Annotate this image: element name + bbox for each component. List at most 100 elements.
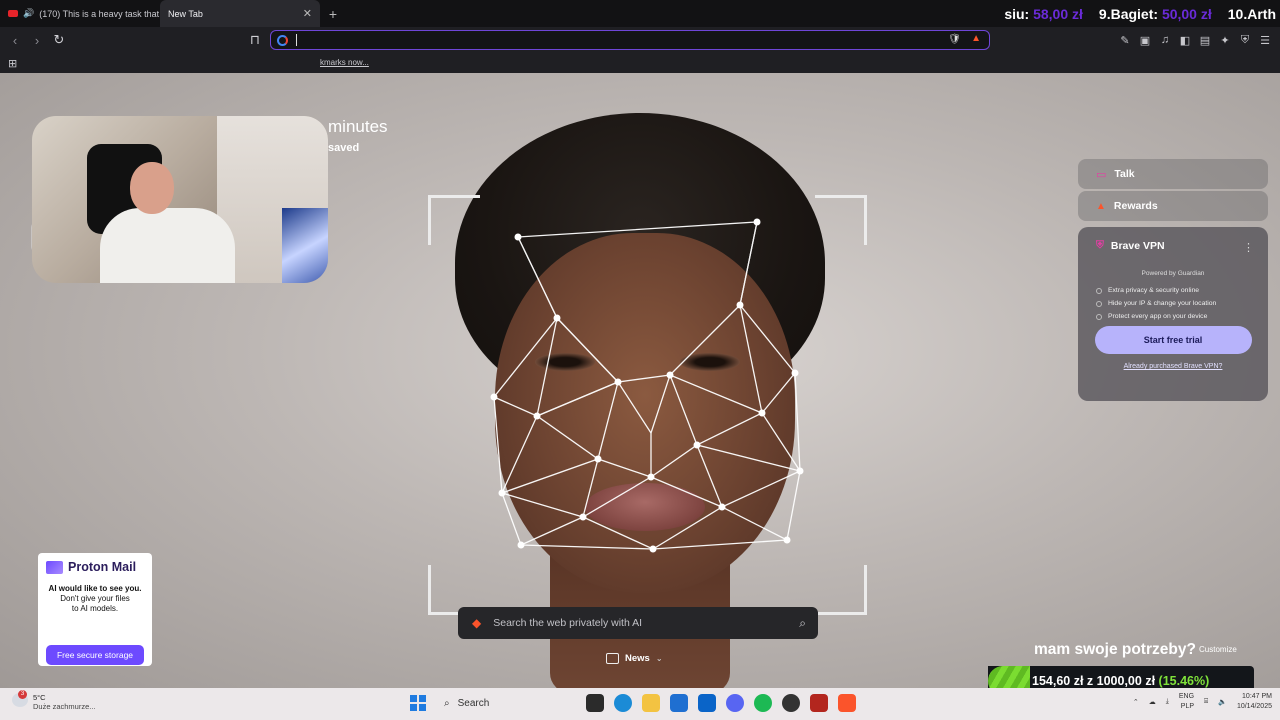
voicemeeter-icon[interactable] xyxy=(810,694,828,712)
screenshot-icon[interactable]: ▣ xyxy=(1138,34,1152,47)
chevron-up-icon[interactable]: ⌃ xyxy=(1133,698,1139,706)
outlook-icon[interactable] xyxy=(698,694,716,712)
goal-progress-fill xyxy=(988,666,1030,688)
proton-mail-ad[interactable]: Proton Mail AI would like to see you. Do… xyxy=(38,553,152,666)
onedrive-icon[interactable]: ☁ xyxy=(1149,698,1156,706)
start-free-trial-button[interactable]: Start free trial xyxy=(1094,326,1252,354)
weather-temp: 5°C xyxy=(33,693,46,702)
vpn-feature-list: Extra privacy & security online Hide you… xyxy=(1088,287,1258,320)
forward-icon[interactable]: › xyxy=(26,29,48,51)
back-icon[interactable]: ‹ xyxy=(4,29,26,51)
stats-label: saved xyxy=(328,142,360,154)
menu-icon[interactable]: ☰ xyxy=(1258,34,1272,47)
import-bookmarks-link[interactable]: kmarks now... xyxy=(320,58,369,67)
speaker-icon[interactable]: 🔊 xyxy=(23,8,34,19)
network-icon[interactable]: ⌸ xyxy=(1204,698,1208,706)
wallet-icon[interactable]: ▤ xyxy=(1198,34,1212,47)
discord-icon[interactable] xyxy=(726,694,744,712)
news-icon xyxy=(606,653,619,664)
cloud-icon: 3 xyxy=(12,690,28,707)
donation-ticker: siu: 58,00 zł 9.Bagiet: 50,00 zł 10.Arth xyxy=(1004,0,1280,27)
stats-time-saved: minutes xyxy=(328,117,388,136)
bookmark-icon[interactable]: ⊓ xyxy=(244,29,266,51)
brave-search-input[interactable]: ◆ Search the web privately with AI ⌕ xyxy=(458,607,818,639)
list-item: Protect every app on your device xyxy=(1096,313,1258,320)
text-caret xyxy=(296,34,297,46)
customize-button[interactable]: Customize xyxy=(1199,645,1237,654)
vpn-powered-by: Powered by Guardian xyxy=(1141,270,1205,277)
reload-icon[interactable]: ↻ xyxy=(48,29,70,51)
ticker-item: 10.Arth xyxy=(1227,5,1276,22)
tab-strip: 🔊 (170) This is a heavy task that mo New… xyxy=(0,0,1280,27)
system-tray: ⌃ ☁ ⤓ ENG PLP ⌸ 🔈 10:47 PM 10/14/2025 xyxy=(1133,692,1272,712)
chevron-down-icon: ⌄ xyxy=(655,654,663,663)
extensions-icon[interactable]: ✎ xyxy=(1118,34,1132,47)
store-icon[interactable] xyxy=(670,694,688,712)
youtube-icon xyxy=(8,10,18,17)
stream-overlay-text: mam swoje potrzeby? xyxy=(1034,641,1196,658)
search-placeholder: Search the web privately with AI xyxy=(493,617,643,629)
leo-ai-icon[interactable]: ✦ xyxy=(1218,34,1232,47)
google-icon xyxy=(277,34,288,46)
list-item: Hide your IP & change your location xyxy=(1096,300,1258,307)
vpn-widget: ⛨ Brave VPN ⋮ Powered by Guardian Extra … xyxy=(1078,227,1268,401)
vpn-icon[interactable]: ⛨ xyxy=(1238,34,1252,47)
taskbar-search[interactable]: ⌕ Search xyxy=(436,698,576,709)
rewards-widget[interactable]: ▲ Rewards xyxy=(1078,191,1268,221)
clock[interactable]: 10:47 PM 10/14/2025 xyxy=(1237,692,1272,712)
proton-logo: Proton Mail xyxy=(38,553,152,574)
donation-goal-bar: 154,60 zł z 1000,00 zł (15.46%) xyxy=(988,666,1254,688)
browser-toolbar: ‹ › ↻ ⊓ 🛡 ▲ ✎ ▣ ♫ ◧ ▤ ✦ ⛨ ☰ xyxy=(0,27,1280,53)
taskbar-apps: ⌕ Search xyxy=(410,694,856,712)
notification-badge: 3 xyxy=(18,690,27,699)
talk-icon: ▭ xyxy=(1096,168,1107,181)
obs-icon[interactable] xyxy=(782,694,800,712)
search-icon: ⌕ xyxy=(444,697,450,709)
weather-desc: Duże zachmurze... xyxy=(33,702,96,711)
toolbar-actions: ✎ ▣ ♫ ◧ ▤ ✦ ⛨ ☰ xyxy=(1118,27,1272,53)
ticker-item: 9.Bagiet: 50,00 zł xyxy=(1098,5,1212,22)
rewards-label: Rewards xyxy=(1113,200,1158,212)
webcam-wall-art xyxy=(282,208,328,283)
spotify-icon[interactable] xyxy=(754,694,772,712)
rewards-icon: ▲ xyxy=(1096,200,1106,212)
proton-mail-icon xyxy=(46,560,63,574)
input-language[interactable]: ENG PLP xyxy=(1179,692,1194,712)
bookmarks-bar: ⊞ kmarks now... xyxy=(0,53,1280,73)
brave-rewards-icon[interactable]: ▲ xyxy=(971,33,981,44)
close-icon[interactable]: ✕ xyxy=(303,7,312,20)
sidebar-icon[interactable]: ◧ xyxy=(1178,34,1192,47)
goal-text: 154,60 zł z 1000,00 zł (15.46%) xyxy=(1032,674,1210,688)
streamer-webcam-overlay xyxy=(32,116,328,283)
tab-new-tab[interactable]: New Tab ✕ xyxy=(160,0,320,27)
webcam-person xyxy=(100,208,235,283)
tab-title: New Tab xyxy=(168,8,203,19)
brave-widgets-panel: ▭ Talk ▲ Rewards ⛨ Brave VPN ⋮ Powered b… xyxy=(1078,159,1268,401)
address-bar[interactable]: 🛡 ▲ xyxy=(270,30,990,50)
windows-start-icon[interactable] xyxy=(410,695,426,711)
free-secure-storage-button[interactable]: Free secure storage xyxy=(46,645,144,665)
edge-icon[interactable] xyxy=(614,694,632,712)
tab-title: (170) This is a heavy task that mo xyxy=(39,8,160,19)
list-item: Extra privacy & security online xyxy=(1096,287,1258,294)
tab-youtube[interactable]: 🔊 (170) This is a heavy task that mo xyxy=(0,0,160,27)
proton-brand: Proton Mail xyxy=(68,560,137,574)
news-toggle[interactable]: News ⌄ xyxy=(606,653,663,664)
volume-icon[interactable]: 🔈 xyxy=(1218,698,1227,706)
more-options-icon[interactable]: ⋮ xyxy=(1243,241,1254,254)
weather-widget[interactable]: 3 5°C Duże zachmurze... xyxy=(12,690,96,711)
task-view-icon[interactable] xyxy=(586,694,604,712)
talk-label: Talk xyxy=(1114,168,1135,180)
talk-widget[interactable]: ▭ Talk xyxy=(1078,159,1268,189)
brave-icon[interactable] xyxy=(838,694,856,712)
new-tab-page: minutes saved KKick▶(170) YouT...▮(26) T… xyxy=(0,73,1280,688)
new-tab-button[interactable]: + xyxy=(320,0,346,27)
search-icon[interactable]: ⌕ xyxy=(799,616,806,631)
already-purchased-link[interactable]: Already purchased Brave VPN? xyxy=(1088,363,1258,370)
brave-shields-icon[interactable]: 🛡 xyxy=(948,34,961,45)
apps-grid-icon[interactable]: ⊞ xyxy=(8,57,17,70)
file-explorer-icon[interactable] xyxy=(642,694,660,712)
vpn-shield-icon: ⛨ xyxy=(1096,239,1104,251)
download-icon[interactable]: ⤓ xyxy=(1166,698,1169,706)
media-icon[interactable]: ♫ xyxy=(1158,34,1172,46)
